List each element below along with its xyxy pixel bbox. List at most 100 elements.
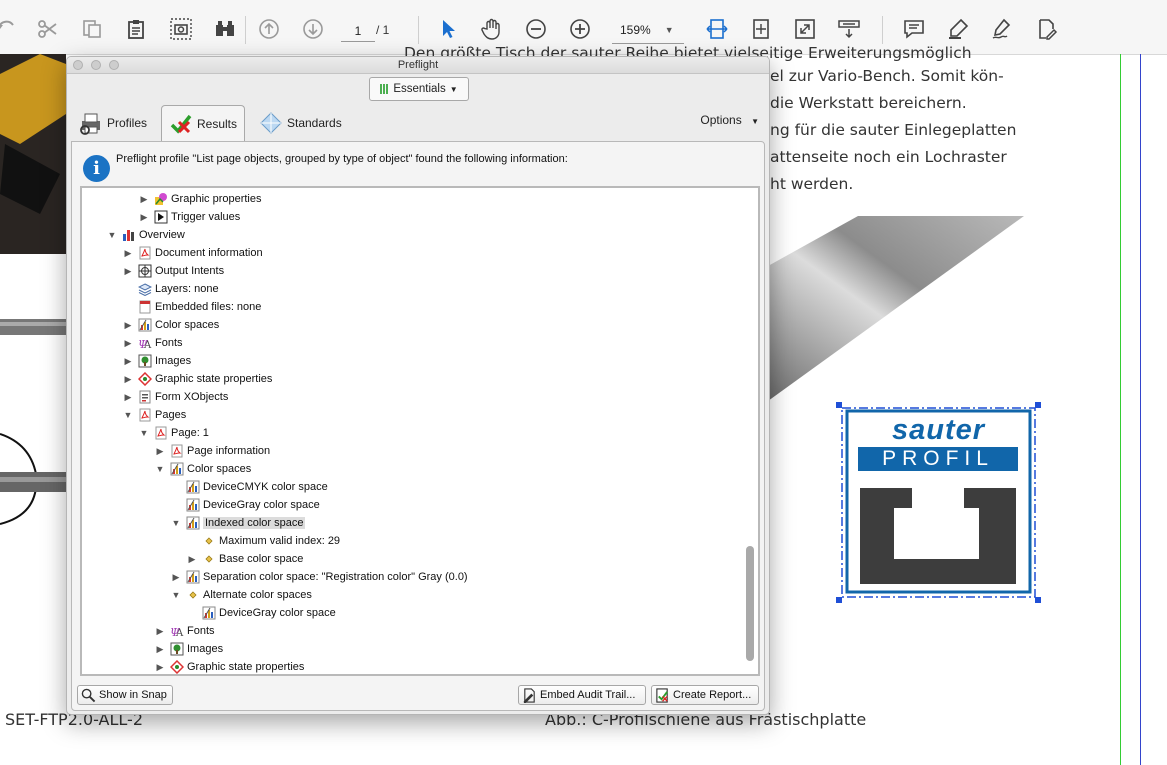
graphic-state-icon xyxy=(138,372,152,386)
tree-row[interactable]: ▶ Images xyxy=(154,640,223,658)
tree-row[interactable]: Embedded files: none xyxy=(122,298,261,316)
disclosure-collapsed-icon[interactable]: ▶ xyxy=(122,248,134,259)
tree-row[interactable]: ▶ Ψ A Fonts xyxy=(122,334,183,352)
create-report-button[interactable]: Create Report... xyxy=(651,685,759,705)
tree-row[interactable]: ▶ Separation color space: "Registration c… xyxy=(170,568,468,586)
tree-row[interactable]: ▶ Page information xyxy=(154,442,270,460)
body-text-line: ng für die sauter Einlegeplatten xyxy=(770,121,1017,139)
scissors-icon[interactable] xyxy=(33,14,63,44)
tree-row-label: DeviceGray color space xyxy=(203,499,320,511)
zoom-value: 159% xyxy=(620,23,651,37)
chevron-down-icon: ▼ xyxy=(449,84,458,94)
binoculars-icon[interactable] xyxy=(210,14,240,44)
disclosure-expanded-icon[interactable]: ▼ xyxy=(154,464,166,474)
tree-row-label: DeviceGray color space xyxy=(219,607,336,619)
disclosure-collapsed-icon[interactable]: ▶ xyxy=(138,212,150,223)
page-total: / 1 xyxy=(376,23,390,37)
tree-row-label: Graphic state properties xyxy=(187,661,305,673)
previous-page-icon[interactable] xyxy=(254,14,284,44)
tree-row[interactable]: DeviceCMYK color space xyxy=(170,478,328,496)
tab-label: Standards xyxy=(287,116,342,130)
tree-row[interactable]: ▼ Pages xyxy=(122,406,186,424)
disclosure-expanded-icon[interactable]: ▼ xyxy=(122,410,134,420)
tab-results[interactable]: Results xyxy=(161,105,245,142)
tree-row-label: Page: 1 xyxy=(171,427,209,439)
tree-row[interactable]: Maximum valid index: 29 xyxy=(186,532,340,550)
page-number-input[interactable] xyxy=(341,21,375,42)
tree-row[interactable]: ▼ Overview xyxy=(106,226,185,244)
tree-row-label: Color spaces xyxy=(187,463,252,475)
tree-row[interactable]: ▼ Indexed color space xyxy=(170,514,306,532)
diamond-bullet-icon xyxy=(202,534,216,548)
tree-row[interactable]: ▼ Color spaces xyxy=(154,460,251,478)
tree-row-label: Base color space xyxy=(219,553,304,565)
fonts-icon: ΨA xyxy=(138,336,152,350)
disclosure-collapsed-icon[interactable]: ▶ xyxy=(154,626,166,637)
disclosure-collapsed-icon[interactable]: ▶ xyxy=(186,554,198,565)
disclosure-collapsed-icon[interactable]: ▶ xyxy=(154,662,166,673)
disclosure-collapsed-icon[interactable]: ▶ xyxy=(122,338,134,349)
disclosure-collapsed-icon[interactable]: ▶ xyxy=(170,572,182,583)
rotate-icon[interactable] xyxy=(0,14,22,44)
tree-row[interactable]: ▶ Graphic state properties xyxy=(122,370,272,388)
image-icon xyxy=(138,354,152,368)
disclosure-collapsed-icon[interactable]: ▶ xyxy=(122,392,134,403)
disclosure-expanded-icon[interactable]: ▼ xyxy=(138,428,150,438)
tree-row[interactable]: DeviceGray color space xyxy=(170,496,320,514)
tab-profiles[interactable]: Profiles xyxy=(79,107,147,139)
tree-row-label: Trigger values xyxy=(171,211,241,223)
essentials-label: Essentials xyxy=(393,83,446,95)
disclosure-collapsed-icon[interactable]: ▶ xyxy=(122,356,134,367)
tree-row[interactable]: ▶ Ψ A Fonts xyxy=(154,622,215,640)
snapshot-icon[interactable] xyxy=(166,14,196,44)
tree-row[interactable]: ▶ Base color space xyxy=(186,550,304,568)
tree-row-label: Overview xyxy=(139,229,185,241)
output-intent-icon xyxy=(138,264,152,278)
tree-row[interactable]: ▶ Form XObjects xyxy=(122,388,228,406)
stamp-icon[interactable] xyxy=(1031,14,1061,44)
copy-icon[interactable] xyxy=(77,14,107,44)
embed-audit-trail-button[interactable]: Embed Audit Trail... xyxy=(518,685,646,705)
tree-row[interactable]: ▶ Color spaces xyxy=(122,316,219,334)
chevron-down-icon: ▼ xyxy=(751,117,759,126)
disclosure-expanded-icon[interactable]: ▼ xyxy=(106,230,118,240)
disclosure-collapsed-icon[interactable]: ▶ xyxy=(138,194,150,205)
tree-row[interactable]: Layers: none xyxy=(122,280,219,298)
button-label: Create Report... xyxy=(673,689,752,701)
disclosure-expanded-icon[interactable]: ▼ xyxy=(170,590,182,600)
essentials-dropdown[interactable]: Essentials ▼ xyxy=(369,77,469,101)
options-menu[interactable]: Options ▼ xyxy=(700,113,759,127)
tree-row[interactable]: ▶ Graphic state properties xyxy=(154,658,305,674)
window-titlebar[interactable]: Preflight xyxy=(67,57,769,74)
tab-standards[interactable]: Standards xyxy=(259,107,342,139)
paste-icon[interactable] xyxy=(121,14,151,44)
tree-row[interactable]: DeviceGray color space xyxy=(186,604,336,622)
next-page-icon[interactable] xyxy=(298,14,328,44)
zoom-window-button[interactable] xyxy=(109,60,119,70)
disclosure-expanded-icon[interactable]: ▼ xyxy=(170,518,182,528)
disclosure-collapsed-icon[interactable]: ▶ xyxy=(122,266,134,277)
results-tree[interactable]: ▶ Graphic properties ▶ Trigger values ▼ Overv… xyxy=(80,186,760,676)
margin-line xyxy=(1140,54,1141,765)
overview-chart-icon xyxy=(122,228,136,242)
color-space-icon xyxy=(138,318,152,332)
tree-row[interactable]: ▼ Page: 1 xyxy=(138,424,209,442)
show-in-snap-button[interactable]: Show in Snap xyxy=(77,685,173,705)
scrollbar-thumb[interactable] xyxy=(746,546,754,661)
color-space-icon xyxy=(202,606,216,620)
tree-row[interactable]: ▶ Output Intents xyxy=(122,262,224,280)
disclosure-collapsed-icon[interactable]: ▶ xyxy=(154,644,166,655)
tree-row[interactable]: ▶ Images xyxy=(122,352,191,370)
sauter-profil-logo[interactable]: sauter PROFIL xyxy=(836,402,1041,604)
close-window-button[interactable] xyxy=(73,60,83,70)
disclosure-collapsed-icon[interactable]: ▶ xyxy=(122,374,134,385)
sign-pen-icon[interactable] xyxy=(987,14,1017,44)
tree-row[interactable]: ▶ Graphic properties xyxy=(138,190,262,208)
tree-row[interactable]: ▼ Alternate color spaces xyxy=(170,586,312,604)
tree-row[interactable]: ▶ Trigger values xyxy=(138,208,240,226)
disclosure-collapsed-icon[interactable]: ▶ xyxy=(122,320,134,331)
tree-row[interactable]: ▶ Document information xyxy=(122,244,263,262)
minimize-window-button[interactable] xyxy=(91,60,101,70)
disclosure-collapsed-icon[interactable]: ▶ xyxy=(154,446,166,457)
tree-row-label: Embedded files: none xyxy=(155,301,262,313)
